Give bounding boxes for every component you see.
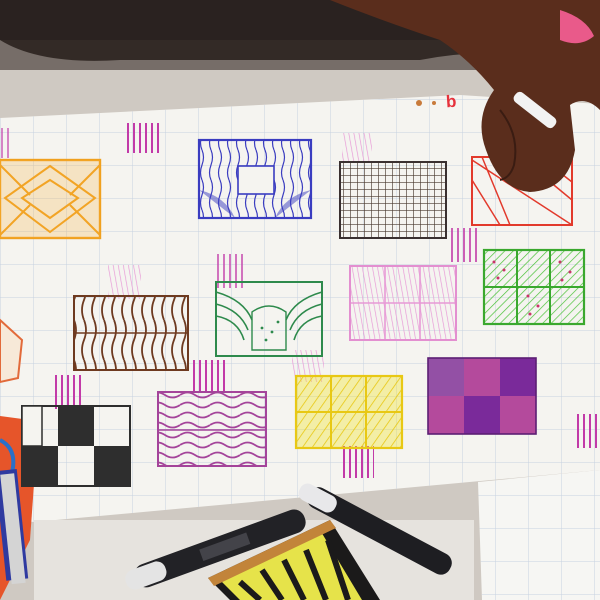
yellow-grid-square bbox=[294, 374, 404, 450]
paper-hole-2 bbox=[432, 101, 436, 105]
orange-diamond-square bbox=[0, 158, 102, 240]
scene: b bbox=[0, 0, 600, 600]
page-mark-letter: b bbox=[445, 91, 458, 112]
purple-check-square bbox=[427, 357, 537, 435]
paper-hole bbox=[416, 100, 422, 106]
blue-wave-square bbox=[197, 138, 313, 220]
extra-grid-sheet bbox=[478, 470, 600, 600]
brown-wave-square bbox=[73, 295, 189, 371]
pink-woven-square bbox=[349, 265, 457, 341]
pink-wave-square bbox=[157, 391, 267, 467]
green-checker-square bbox=[482, 248, 586, 326]
photo bbox=[0, 0, 600, 600]
black-grid-square bbox=[339, 161, 447, 239]
